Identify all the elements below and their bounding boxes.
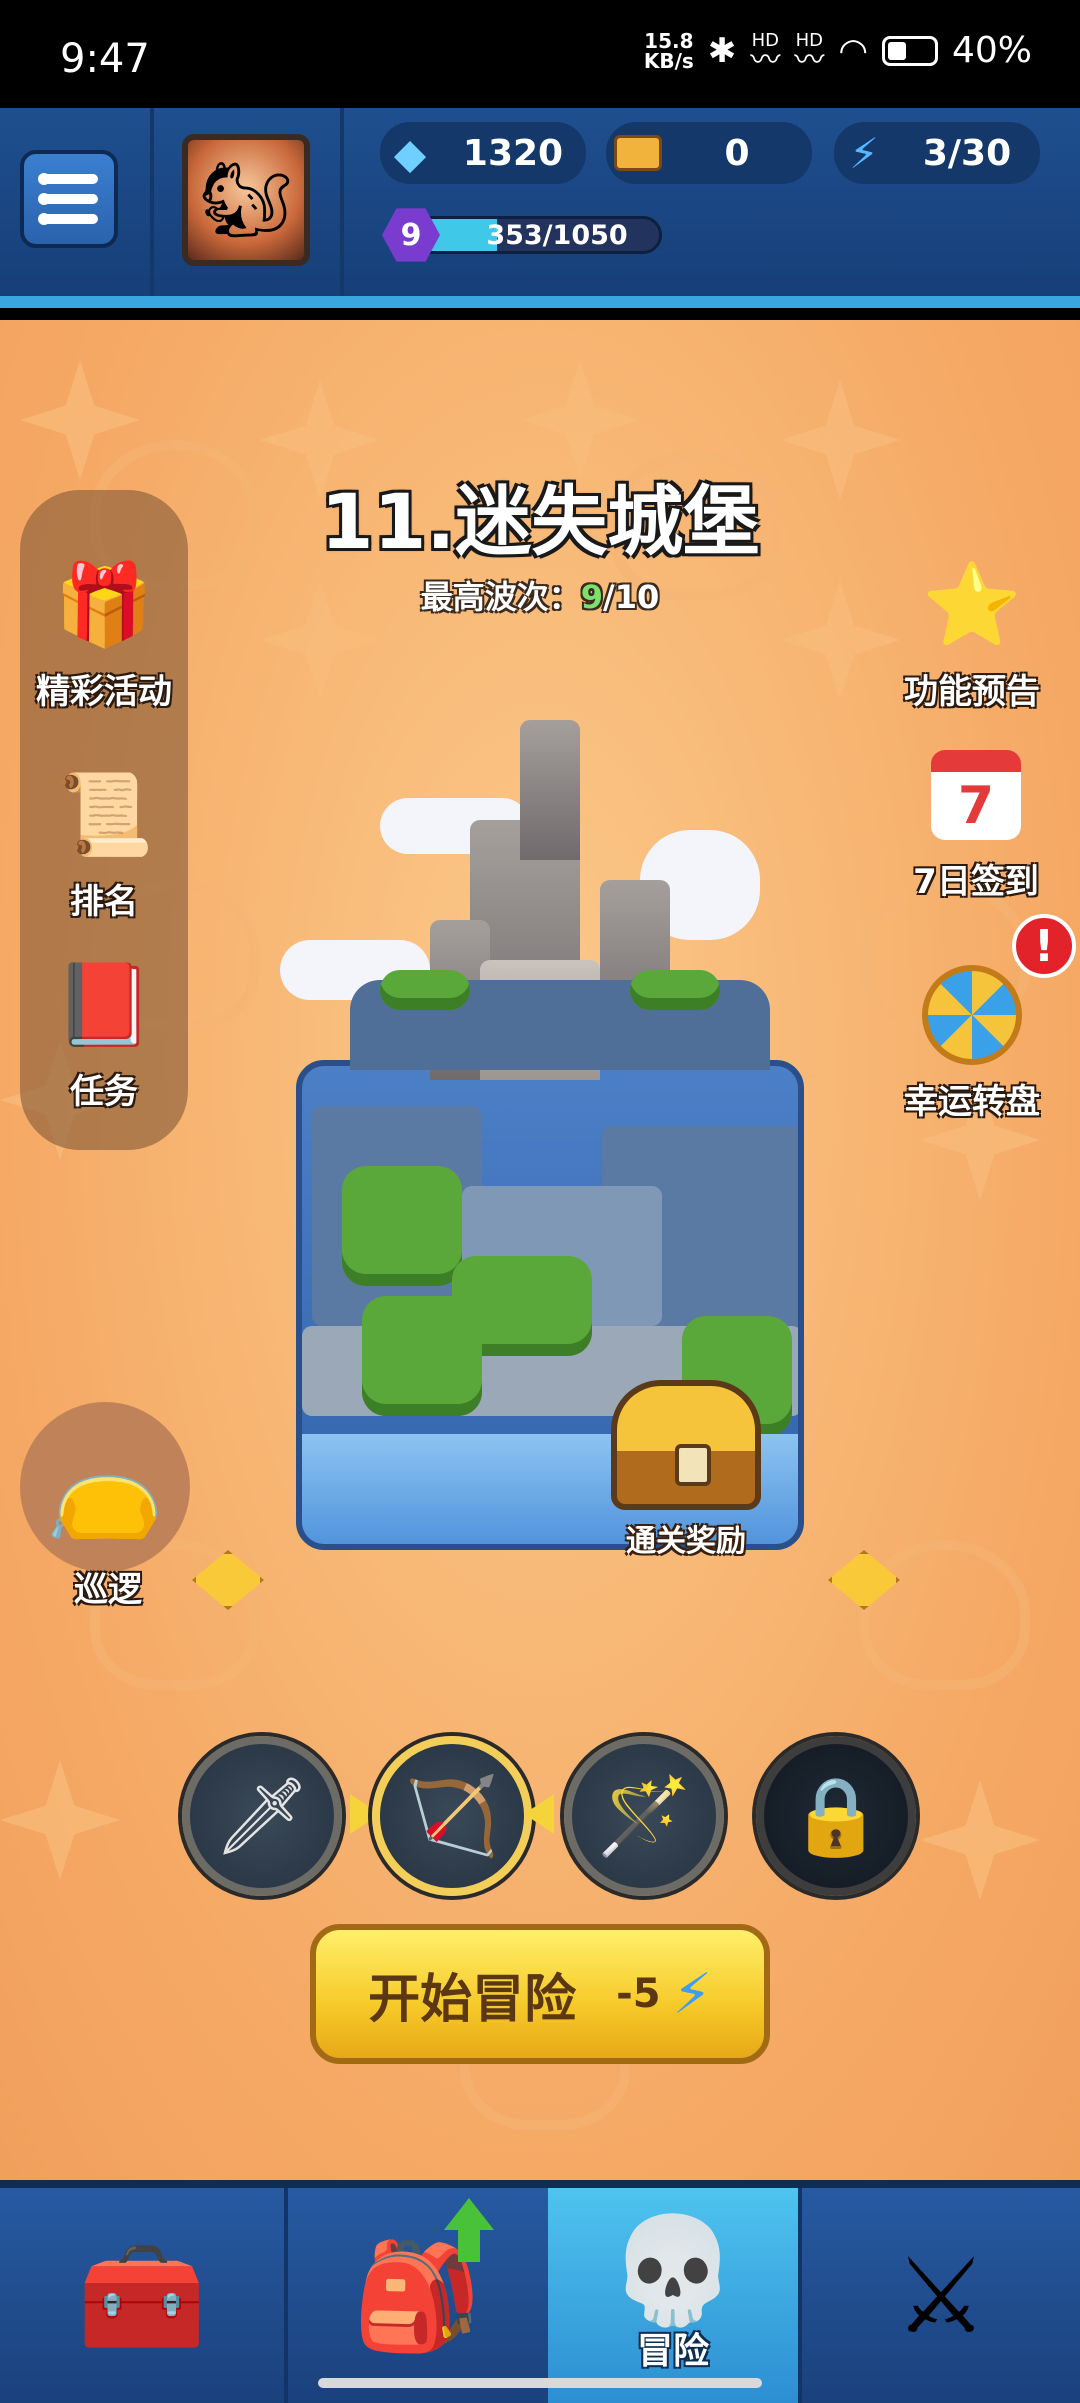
start-adventure-label: 开始冒险 (368, 1969, 577, 2030)
bush (380, 970, 470, 1010)
lightning-icon: ⚡ (849, 128, 879, 178)
ranking-label: 排名 (70, 882, 138, 922)
bush (342, 1166, 462, 1286)
energy-count: 3/30 (922, 132, 1012, 174)
ranking-button[interactable]: 📜 排名 (4, 760, 204, 923)
nav-tab-adventure[interactable]: 💀 冒险 (548, 2188, 798, 2403)
feature-preview-button[interactable]: ⭐ 功能预告 (872, 550, 1072, 713)
top-hud: 🐿 ◆ 1320 0 ⚡ 3/30 9 353/1050 (0, 108, 1080, 308)
bow-icon: 🏹 (404, 1771, 500, 1860)
gem-count: 1320 (462, 132, 564, 174)
ticket-icon (614, 135, 662, 171)
battery-fill (887, 41, 906, 60)
lucky-wheel-label: 幸运转盘 (904, 1082, 1040, 1122)
home-indicator[interactable] (318, 2378, 762, 2388)
calendar-icon: 7 (921, 740, 1031, 850)
daily-signin-label: 7日签到 (913, 862, 1039, 902)
tasks-label: 任务 (70, 1072, 138, 1112)
patrol-label: 巡逻 (74, 1570, 142, 1610)
battery-percent: 40% (951, 30, 1032, 71)
bush (362, 1296, 482, 1416)
xp-bar: 353/1050 (412, 216, 662, 254)
bottom-nav: 🧰 🎒 💀 冒险 ⚔ (0, 2180, 1080, 2403)
crossed-swords-icon: ⚔ (894, 2234, 988, 2357)
treasure-chest-icon: 🧰 (77, 2234, 207, 2357)
xp-text: 353/1050 (486, 219, 628, 251)
castle-spire (520, 720, 580, 860)
energy-counter[interactable]: ⚡ 3/30 (834, 122, 1040, 184)
weapon-slot-locked[interactable]: 🔒 (756, 1736, 916, 1896)
menu-icon-line (38, 213, 98, 225)
nav-tab-shop[interactable]: 🧰 (0, 2188, 284, 2403)
network-speed-unit: KB/s (643, 48, 694, 73)
treasure-chest-icon (611, 1380, 761, 1510)
weapon-slot-bow[interactable]: 🏹 (372, 1736, 532, 1896)
energy-cost: -5 (616, 1971, 661, 2017)
lock-icon: 🔒 (788, 1771, 884, 1860)
pouch-icon: 👝 (20, 1402, 190, 1572)
daily-signin-button[interactable]: 7 7日签到 (876, 740, 1076, 903)
feature-preview-label: 功能预告 (904, 672, 1040, 712)
level-badge: 9 (382, 208, 440, 262)
signal-2-icon: HD 〰 (794, 30, 825, 78)
staff-icon: 🪄 (596, 1771, 692, 1860)
network-speed-value: 15.8 (644, 28, 694, 53)
lightning-icon: ⚡ (672, 1961, 712, 2027)
book-icon: 📕 (54, 958, 154, 1051)
ticket-counter[interactable]: 0 (606, 122, 812, 184)
status-bar: 9:47 15.8 KB/s ✱ HD 〰 HD 〰 ◠ 40% (0, 0, 1080, 108)
ticket-count: 0 (724, 132, 750, 174)
hud-divider (340, 108, 344, 296)
bush (630, 970, 720, 1010)
selection-arrow-left (524, 1794, 554, 1834)
calendar-day: 7 (931, 750, 1021, 840)
menu-icon-line (38, 193, 98, 205)
events-button[interactable]: 🎁 精彩活动 (4, 550, 204, 713)
gift-icon: 🎁 (54, 558, 154, 651)
start-adventure-button[interactable]: 开始冒险 -5 ⚡ (310, 1924, 770, 2064)
scroll-icon: 📜 (54, 768, 154, 861)
patrol-button[interactable]: 👝 巡逻 (20, 1402, 196, 1611)
network-speed: 15.8 KB/s (644, 31, 694, 71)
sword-icon: 🗡 (213, 1771, 311, 1860)
menu-icon (38, 173, 98, 185)
status-icons: 15.8 KB/s ✱ HD 〰 HD 〰 ◠ 40% (644, 30, 1032, 78)
bluetooth-icon: ✱ (707, 30, 737, 71)
lucky-wheel-button[interactable]: 幸运转盘 (872, 960, 1072, 1123)
wifi-icon: ◠ (838, 30, 868, 71)
hud-divider (150, 108, 154, 296)
star-notepad-icon: ⭐ (922, 558, 1022, 651)
menu-button[interactable] (20, 150, 118, 248)
weapon-selector: 🗡 🏹 🪄 🔒 (0, 1736, 1080, 1906)
gem-counter[interactable]: ◆ 1320 (380, 122, 586, 184)
clear-reward-button[interactable]: 通关奖励 (586, 1380, 786, 1560)
squirrel-avatar-icon: 🐿 (199, 156, 293, 243)
bg-pattern (860, 1540, 1030, 1690)
player-avatar[interactable]: 🐿 (182, 134, 310, 266)
best-wave-label: 最高波次： (420, 578, 581, 616)
nav-tab-inventory[interactable]: 🎒 (288, 2188, 546, 2403)
weapon-slot-sword[interactable]: 🗡 (182, 1736, 342, 1896)
player-level: 9 353/1050 (382, 208, 662, 262)
main-stage-area: 11.迷失城堡 最高波次：9/10 🎁 精彩活动 📜 排名 📕 任务 ⭐ 功能预… (0, 320, 1080, 2180)
battery-icon (881, 35, 938, 66)
weapon-slot-staff[interactable]: 🪄 (564, 1736, 724, 1896)
events-label: 精彩活动 (36, 672, 172, 712)
nav-tab-battle[interactable]: ⚔ (802, 2188, 1080, 2403)
nav-tab-adventure-label: 冒险 (636, 2330, 709, 2372)
skull-icon: 💀 (608, 2208, 738, 2331)
signal-1-icon: HD 〰 (750, 30, 781, 78)
diamond-icon: ◆ (393, 128, 427, 178)
wheel-icon (917, 960, 1027, 1070)
status-time: 9:47 (60, 36, 150, 82)
tasks-button[interactable]: 📕 任务 (4, 950, 204, 1113)
clear-reward-label: 通关奖励 (626, 1524, 746, 1559)
best-wave-current: 9 (580, 578, 604, 616)
best-wave-total: /10 (603, 578, 660, 616)
alert-badge: ! (1012, 914, 1076, 978)
